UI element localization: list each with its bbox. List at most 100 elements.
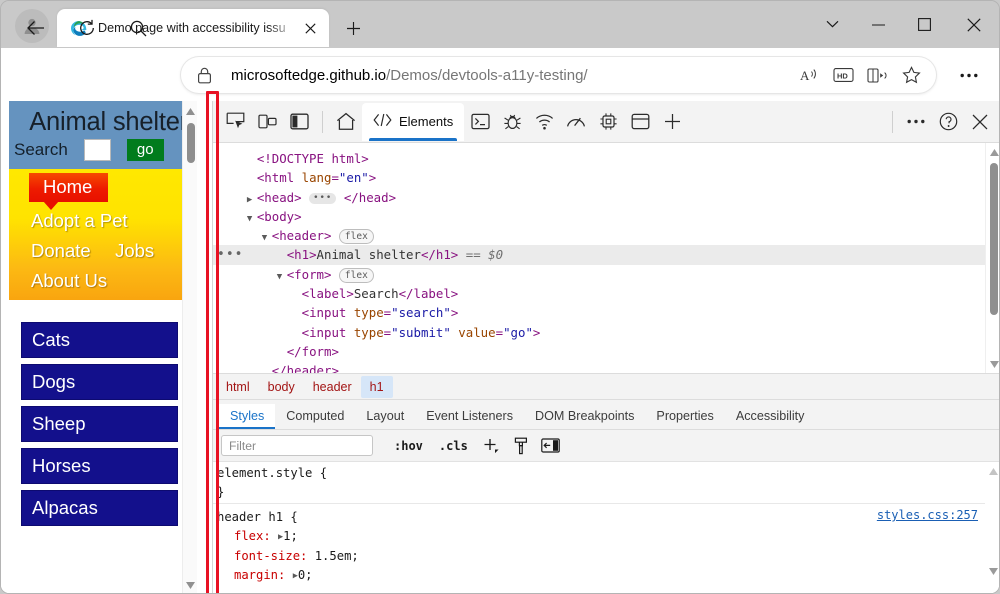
category-item-horses[interactable]: Horses: [21, 448, 178, 484]
dom-tree-row[interactable]: ▼<form> flex: [213, 265, 1000, 284]
nav-link-donate[interactable]: Donate: [31, 240, 91, 262]
close-icon[interactable]: [299, 17, 321, 39]
address-bar[interactable]: microsoftedge.github.io/Demos/devtools-a…: [181, 57, 936, 93]
favorite-star-icon[interactable]: [896, 60, 926, 90]
expand-shorthand-icon[interactable]: ▶: [278, 528, 283, 547]
dom-scrollbar-thumb[interactable]: [990, 163, 998, 315]
tab-elements[interactable]: Elements: [362, 103, 464, 141]
more-options-icon[interactable]: [953, 59, 985, 91]
flex-badge[interactable]: flex: [339, 229, 374, 244]
expand-shorthand-icon[interactable]: ▶: [293, 567, 298, 586]
scroll-up-arrow-icon[interactable]: [183, 103, 197, 119]
back-arrow-icon[interactable]: [19, 11, 53, 45]
tab-actions-menu-button[interactable]: [809, 1, 855, 48]
category-item-dogs[interactable]: Dogs: [21, 364, 178, 400]
application-storage-icon[interactable]: [624, 107, 656, 137]
inspect-element-icon[interactable]: [219, 107, 251, 137]
scroll-down-arrow-icon[interactable]: [986, 356, 1000, 372]
immersive-reader-icon[interactable]: [862, 60, 892, 90]
scroll-up-arrow-icon[interactable]: [985, 463, 1000, 479]
category-item-alpacas[interactable]: Alpacas: [21, 490, 178, 526]
breadcrumb-item-html[interactable]: html: [217, 376, 259, 398]
flex-badge[interactable]: flex: [339, 268, 374, 283]
ellipsis-icon[interactable]: [900, 107, 932, 137]
paint-bucket-icon[interactable]: [507, 434, 535, 458]
styles-tab-event-listeners[interactable]: Event Listeners: [415, 404, 524, 429]
dom-tree-row[interactable]: <html lang="en">: [213, 168, 1000, 187]
toggle-computed-sidebar-icon[interactable]: [537, 434, 565, 458]
performance-gauge-icon[interactable]: [560, 107, 592, 137]
dom-tree-row[interactable]: ••• <h1>Animal shelter</h1> == $0: [213, 245, 1000, 264]
css-declaration[interactable]: flex: ▶1;: [217, 527, 1000, 548]
css-declaration[interactable]: margin: ▶0;: [217, 566, 1000, 587]
category-item-cats[interactable]: Cats: [21, 322, 178, 358]
maximize-button[interactable]: [901, 1, 947, 48]
refresh-icon[interactable]: [70, 11, 104, 45]
search-input[interactable]: [84, 139, 111, 161]
cls-toggle-button[interactable]: .cls: [432, 436, 475, 456]
css-declaration[interactable]: font-size: 1.5em;: [217, 547, 1000, 566]
css-selector[interactable]: header h1 {styles.css:257: [217, 508, 1000, 527]
dom-tree-row[interactable]: ▼<header> flex: [213, 226, 1000, 245]
breadcrumb-item-header[interactable]: header: [304, 376, 361, 398]
help-question-icon[interactable]: [932, 107, 964, 137]
dock-side-icon[interactable]: [283, 107, 315, 137]
styles-tab-styles[interactable]: Styles: [219, 404, 275, 429]
console-terminal-icon[interactable]: [464, 107, 496, 137]
lock-icon[interactable]: [197, 67, 217, 84]
styles-scrollbar[interactable]: [985, 462, 1000, 594]
styles-rules-list[interactable]: element.style {}header h1 {styles.css:25…: [213, 462, 1000, 594]
css-selector[interactable]: element.style {: [217, 464, 1000, 483]
page-scrollbar[interactable]: [182, 101, 197, 594]
dom-tree-row[interactable]: ▼<body>: [213, 207, 1000, 226]
close-window-button[interactable]: [947, 1, 1000, 48]
memory-chip-icon[interactable]: [592, 107, 624, 137]
hov-toggle-button[interactable]: :hov: [387, 436, 430, 456]
dom-tree-scrollbar[interactable]: [985, 143, 1000, 373]
category-item-sheep[interactable]: Sheep: [21, 406, 178, 442]
read-aloud-icon[interactable]: A: [794, 60, 824, 90]
devtools-close-icon[interactable]: [964, 107, 996, 137]
collapsed-children-ellipsis[interactable]: •••: [309, 193, 336, 204]
more-tools-plus-icon[interactable]: [656, 107, 688, 137]
styles-tab-layout[interactable]: Layout: [355, 404, 415, 429]
dom-tree-row[interactable]: </form>: [213, 342, 1000, 361]
breadcrumb-item-body[interactable]: body: [259, 376, 304, 398]
styles-filter-input[interactable]: Filter: [221, 435, 373, 456]
dom-tree-row[interactable]: <!DOCTYPE html>: [213, 149, 1000, 168]
url-text[interactable]: microsoftedge.github.io/Demos/devtools-a…: [231, 67, 794, 84]
dom-tree[interactable]: <!DOCTYPE html> <html lang="en"> ▶<head>…: [213, 143, 1000, 373]
breadcrumb-item-h1[interactable]: h1: [361, 376, 393, 398]
debugger-bug-icon[interactable]: [496, 107, 528, 137]
hd-video-icon[interactable]: HD: [828, 60, 858, 90]
search-submit-button[interactable]: go: [127, 139, 164, 161]
css-source-link[interactable]: styles.css:257: [877, 506, 978, 525]
styles-tab-properties[interactable]: Properties: [645, 404, 724, 429]
scroll-up-arrow-icon[interactable]: [986, 144, 1000, 160]
dom-tree-area[interactable]: <!DOCTYPE html> <html lang="en"> ▶<head>…: [213, 143, 1000, 373]
dom-tree-row[interactable]: <label>Search</label>: [213, 284, 1000, 303]
minimize-button[interactable]: [855, 1, 901, 48]
nav-link-home[interactable]: Home: [29, 173, 108, 202]
styles-tab-dom-breakpoints[interactable]: DOM Breakpoints: [524, 404, 645, 429]
styles-tab-bar[interactable]: StylesComputedLayoutEvent ListenersDOM B…: [213, 400, 1000, 430]
nav-link-adopt[interactable]: Adopt a Pet: [31, 210, 128, 232]
dom-tree-row[interactable]: </header>: [213, 361, 1000, 373]
styles-tab-accessibility[interactable]: Accessibility: [725, 404, 816, 429]
device-emulation-icon[interactable]: [251, 107, 283, 137]
dom-tree-row[interactable]: <input type="submit" value="go">: [213, 323, 1000, 342]
scroll-down-arrow-icon[interactable]: [985, 563, 1000, 579]
new-tab-button[interactable]: [339, 14, 367, 42]
nav-link-about[interactable]: About Us: [31, 270, 107, 292]
network-wifi-icon[interactable]: [528, 107, 560, 137]
scroll-down-arrow-icon[interactable]: [183, 577, 197, 593]
search-icon[interactable]: [121, 11, 155, 45]
plus-new-style-rule-icon[interactable]: [477, 434, 505, 458]
page-scrollbar-thumb[interactable]: [187, 123, 195, 163]
dom-tree-row[interactable]: ▶<head> ••• </head>: [213, 188, 1000, 207]
styles-tab-computed[interactable]: Computed: [275, 404, 355, 429]
home-icon[interactable]: [330, 107, 362, 137]
dom-tree-row[interactable]: <input type="search">: [213, 303, 1000, 322]
css-rule[interactable]: header h1 {styles.css:257flex: ▶1;font-s…: [213, 503, 1000, 588]
css-rule[interactable]: element.style {}: [213, 462, 1000, 503]
